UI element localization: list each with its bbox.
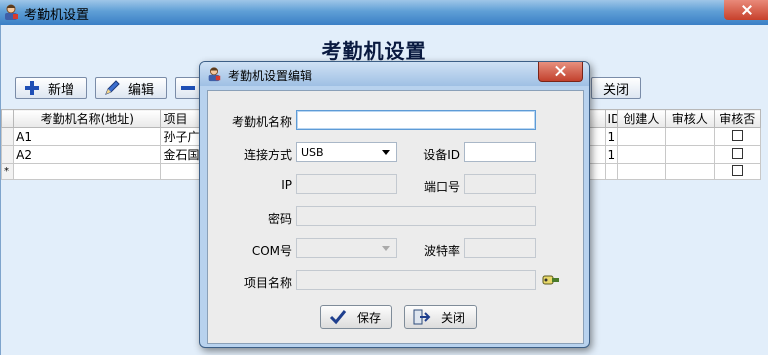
edit-dialog: 考勤机设置编辑 考勤机名称 连接方式 USB 设备ID IP 端口号 密码 CO… [199, 61, 590, 348]
cell-name[interactable] [13, 163, 162, 180]
save-button-label: 保存 [357, 310, 382, 325]
password-input[interactable] [296, 206, 536, 226]
dialog-title: 考勤机设置编辑 [228, 69, 313, 83]
window-titlebar: 考勤机设置 [0, 0, 768, 25]
window-close-button[interactable] [724, 0, 768, 20]
cell-reviewer[interactable] [665, 145, 715, 164]
baud-input[interactable] [464, 238, 536, 258]
save-button[interactable]: 保存 [320, 305, 392, 329]
cell-id[interactable]: 1 [604, 127, 618, 146]
new-row-marker[interactable]: * [0, 163, 15, 180]
password-label: 密码 [267, 212, 292, 226]
approved-checkbox[interactable] [731, 147, 743, 159]
col-header-reviewer[interactable]: 审核人 [665, 109, 715, 128]
cell-approved[interactable] [713, 145, 762, 164]
row-header-corner [0, 109, 15, 128]
cell-approved[interactable] [713, 163, 762, 180]
approved-checkbox[interactable] [731, 164, 743, 176]
page-title: 考勤机设置 [321, 39, 427, 63]
cell-reviewer[interactable] [665, 163, 715, 180]
cell-id[interactable] [604, 163, 618, 180]
edit-icon [105, 80, 120, 95]
com-label: COM号 [251, 244, 292, 258]
cell-name[interactable]: A2 [13, 145, 162, 164]
dialog-close-x-button[interactable] [538, 62, 583, 82]
cell-reviewer[interactable] [665, 127, 715, 146]
device-id-input[interactable] [464, 142, 536, 162]
dialog-titlebar[interactable]: 考勤机设置编辑 [200, 62, 589, 86]
baud-label: 波特率 [423, 244, 460, 258]
ip-input[interactable] [296, 174, 397, 194]
col-header-name[interactable]: 考勤机名称(地址) [13, 109, 162, 128]
chevron-down-icon [382, 150, 390, 155]
cell-creator[interactable] [616, 127, 667, 146]
add-button[interactable]: 新增 [15, 77, 87, 99]
toolbar-close-label: 关闭 [602, 82, 629, 98]
cell-creator[interactable] [616, 163, 667, 180]
cell-name[interactable]: A1 [13, 127, 162, 146]
project-name-input[interactable] [296, 270, 536, 290]
ip-label: IP [281, 178, 292, 192]
device-name-input[interactable] [296, 110, 536, 130]
remove-icon [181, 86, 195, 90]
chevron-down-icon [382, 246, 390, 251]
cell-id[interactable]: 1 [604, 145, 618, 164]
row-header[interactable] [0, 145, 15, 164]
device-name-label: 考勤机名称 [231, 115, 292, 129]
cell-approved[interactable] [713, 127, 762, 146]
col-header-id[interactable]: ID [604, 109, 618, 128]
connection-value: USB [301, 146, 324, 159]
toolbar-close-button[interactable]: 关闭 [591, 77, 641, 99]
port-label: 端口号 [423, 180, 460, 194]
cell-creator[interactable] [616, 145, 667, 164]
project-name-label: 项目名称 [243, 276, 292, 290]
add-icon [25, 81, 39, 95]
app-icon [5, 4, 18, 20]
com-select[interactable] [296, 238, 397, 258]
row-header[interactable] [0, 127, 15, 146]
delete-button[interactable] [175, 77, 201, 99]
device-id-label: 设备ID [423, 148, 460, 162]
dialog-close-button[interactable]: 关闭 [404, 305, 477, 329]
col-header-approved[interactable]: 审核否 [713, 109, 762, 128]
edit-button-label: 编辑 [128, 82, 155, 98]
add-button-label: 新增 [48, 82, 75, 98]
dialog-body: 考勤机名称 连接方式 USB 设备ID IP 端口号 密码 COM号 波特率 项… [207, 90, 584, 344]
app-icon [208, 67, 221, 82]
col-header-creator[interactable]: 创建人 [616, 109, 667, 128]
edit-button[interactable]: 编辑 [95, 77, 167, 99]
dialog-close-label: 关闭 [441, 310, 466, 325]
connection-select[interactable]: USB [296, 142, 397, 162]
exit-icon [413, 309, 431, 325]
connection-label: 连接方式 [243, 148, 292, 162]
port-input[interactable] [464, 174, 536, 194]
window-title: 考勤机设置 [24, 8, 90, 23]
lookup-icon[interactable] [542, 274, 560, 286]
approved-checkbox[interactable] [731, 129, 743, 141]
check-icon [329, 310, 347, 325]
